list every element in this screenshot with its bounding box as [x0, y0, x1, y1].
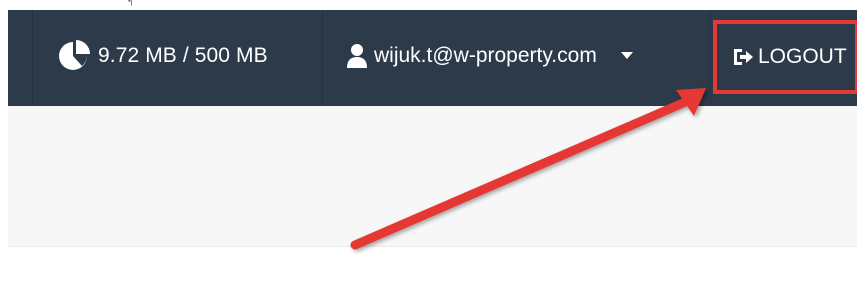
- nav-separator: [32, 10, 33, 106]
- user-email: wijuk.t@w-property.com: [374, 44, 597, 67]
- storage-usage-text: 9.72 MB / 500 MB: [98, 44, 268, 67]
- artifact-mark: ๆ: [128, 0, 133, 6]
- user-menu[interactable]: wijuk.t@w-property.com: [346, 38, 633, 74]
- sign-out-icon: [734, 49, 753, 65]
- user-icon: [347, 44, 367, 68]
- logout-button[interactable]: LOGOUT: [716, 20, 857, 94]
- content-lower-area: [8, 247, 857, 308]
- top-navbar: 9.72 MB / 500 MB wijuk.t@w-property.com …: [8, 10, 857, 106]
- top-strip: ๆ: [0, 0, 857, 10]
- caret-down-icon[interactable]: [620, 52, 633, 60]
- storage-usage: 9.72 MB / 500 MB: [56, 38, 268, 74]
- pie-chart-icon: [59, 40, 90, 70]
- logout-label: LOGOUT: [758, 45, 847, 68]
- nav-separator: [710, 10, 711, 106]
- nav-separator: [322, 10, 323, 106]
